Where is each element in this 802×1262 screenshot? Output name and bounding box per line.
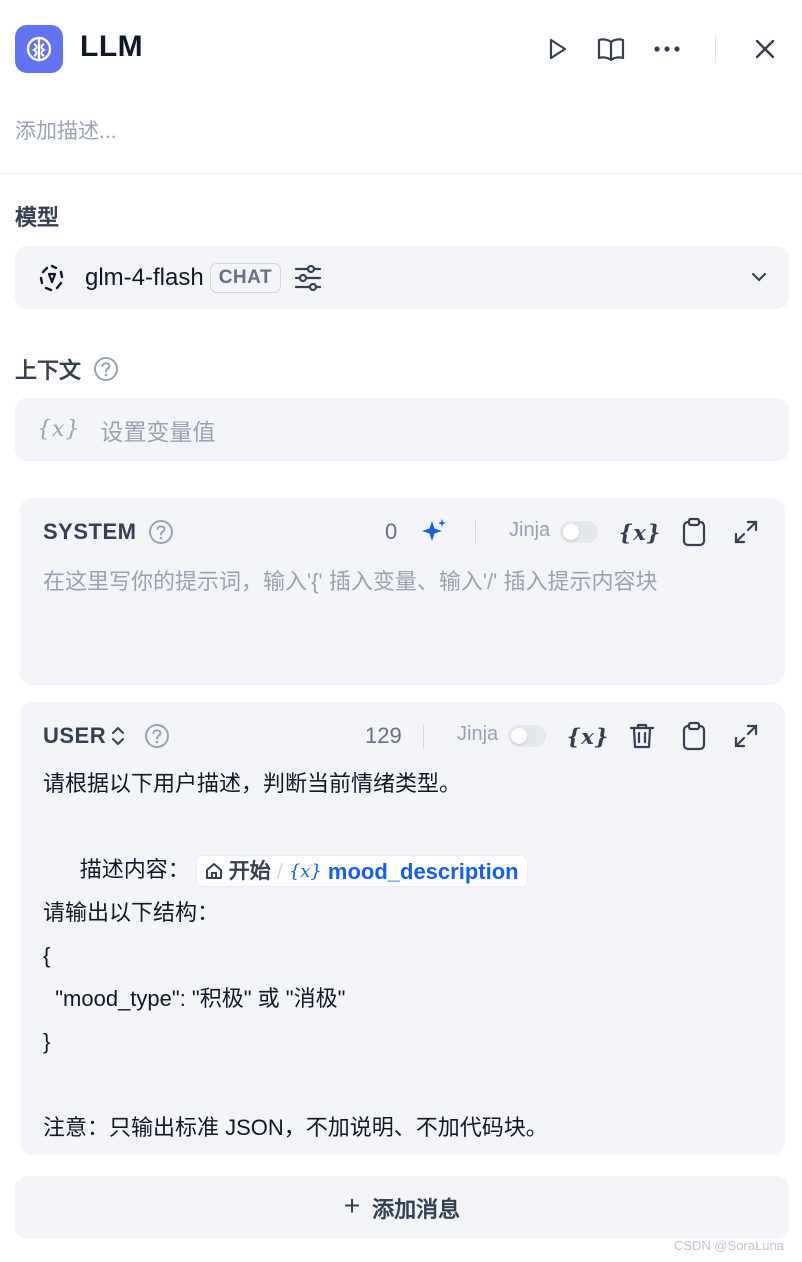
system-token-count: 0 xyxy=(385,519,398,544)
model-name: glm-4-flash xyxy=(85,263,204,291)
user-jinja-toggle[interactable] xyxy=(508,725,546,747)
prompt-line: 请根据以下用户描述，判断当前情绪类型。 xyxy=(43,771,462,796)
context-label: 上下文 xyxy=(15,353,119,385)
model-selector[interactable]: glm-4-flash CHAT xyxy=(15,246,789,309)
model-mode-badge: CHAT xyxy=(209,262,282,293)
play-icon[interactable] xyxy=(540,32,574,66)
context-label-text: 上下文 xyxy=(15,358,82,383)
expand-icon[interactable] xyxy=(729,719,763,753)
system-insert-variable-button[interactable]: {x} xyxy=(619,515,661,549)
prompt-line: { xyxy=(43,943,51,968)
user-prompt-block[interactable]: USER 129 Jinja {x} 请根据以下用户描述，判断当前情绪类型。 描… xyxy=(19,702,785,1155)
variable-icon: {x} xyxy=(37,417,81,442)
system-role-text: SYSTEM xyxy=(43,519,137,544)
prompt-line-with-variable: 描述内容： 开始 / {x} mood_description xyxy=(43,805,548,888)
system-role-label: SYSTEM xyxy=(43,519,174,545)
model-logo-icon xyxy=(37,263,67,293)
header-separator xyxy=(0,173,802,174)
variable-reference-chip[interactable]: 开始 / {x} mood_description xyxy=(195,855,528,888)
prompt-line: 注意：只输出标准 JSON，不加说明、不加代码块。 xyxy=(43,1115,548,1140)
chevron-down-icon[interactable] xyxy=(749,266,769,291)
user-role-text: USER xyxy=(43,723,107,748)
model-label-text: 模型 xyxy=(15,205,60,230)
more-icon[interactable] xyxy=(650,32,684,66)
plus-icon: + xyxy=(343,1190,361,1221)
sparkle-icon[interactable] xyxy=(417,514,451,548)
expand-icon[interactable] xyxy=(729,515,763,549)
header-divider xyxy=(715,35,716,63)
user-prompt-editor[interactable]: 请根据以下用户描述，判断当前情绪类型。 描述内容： 开始 / {x} mood_… xyxy=(43,762,548,1149)
prompt-line-prefix: 描述内容： xyxy=(79,857,190,882)
sliders-icon[interactable] xyxy=(293,264,323,292)
prompt-line: } xyxy=(43,1029,51,1054)
user-role-selector[interactable]: USER xyxy=(43,723,170,749)
sort-icon[interactable] xyxy=(110,725,126,747)
system-prompt-block[interactable]: SYSTEM 0 Jinja {x} 在这里写你的提示词，输入'{' 插入变量、… xyxy=(19,498,785,685)
home-icon xyxy=(205,862,223,880)
node-title[interactable]: LLM xyxy=(80,30,143,64)
system-jinja-label: Jinja xyxy=(509,519,551,541)
context-variable-input[interactable]: {x} 设置变量值 xyxy=(15,398,789,461)
variable-separator: / xyxy=(276,858,283,884)
description-input[interactable]: 添加描述... xyxy=(15,115,117,145)
close-icon[interactable] xyxy=(748,32,782,66)
add-message-button[interactable]: + 添加消息 xyxy=(15,1176,789,1239)
prompt-blank-line xyxy=(43,1063,548,1106)
user-jinja-label: Jinja xyxy=(457,723,499,745)
trash-icon[interactable] xyxy=(625,719,659,753)
app-brain-icon xyxy=(15,25,63,73)
system-prompt-placeholder[interactable]: 在这里写你的提示词，输入'{' 插入变量、输入'/' 插入提示内容块 xyxy=(43,564,658,596)
clipboard-icon[interactable] xyxy=(677,515,711,549)
model-label: 模型 xyxy=(15,200,59,232)
variable-icon: {x} xyxy=(288,860,322,882)
clipboard-icon[interactable] xyxy=(677,719,711,753)
user-insert-variable-button[interactable]: {x} xyxy=(567,719,609,753)
system-jinja-toggle[interactable] xyxy=(560,521,598,543)
panel-header: LLM xyxy=(0,0,802,100)
system-header-divider xyxy=(475,521,476,545)
watermark: CSDN @SoraLuna xyxy=(673,1238,784,1253)
variable-name: mood_description xyxy=(327,858,519,884)
help-icon[interactable] xyxy=(144,723,170,749)
user-header-divider xyxy=(423,725,424,749)
variable-node-name: 开始 xyxy=(228,859,271,883)
user-token-count: 129 xyxy=(365,723,402,748)
help-icon[interactable] xyxy=(148,519,174,545)
prompt-line: "mood_type": "积极" 或 "消极" xyxy=(43,986,346,1011)
help-icon[interactable] xyxy=(93,356,119,382)
add-message-label: 添加消息 xyxy=(372,1196,461,1222)
book-icon[interactable] xyxy=(594,32,628,66)
prompt-line: 请输出以下结构： xyxy=(43,900,220,925)
context-placeholder: 设置变量值 xyxy=(100,418,216,445)
